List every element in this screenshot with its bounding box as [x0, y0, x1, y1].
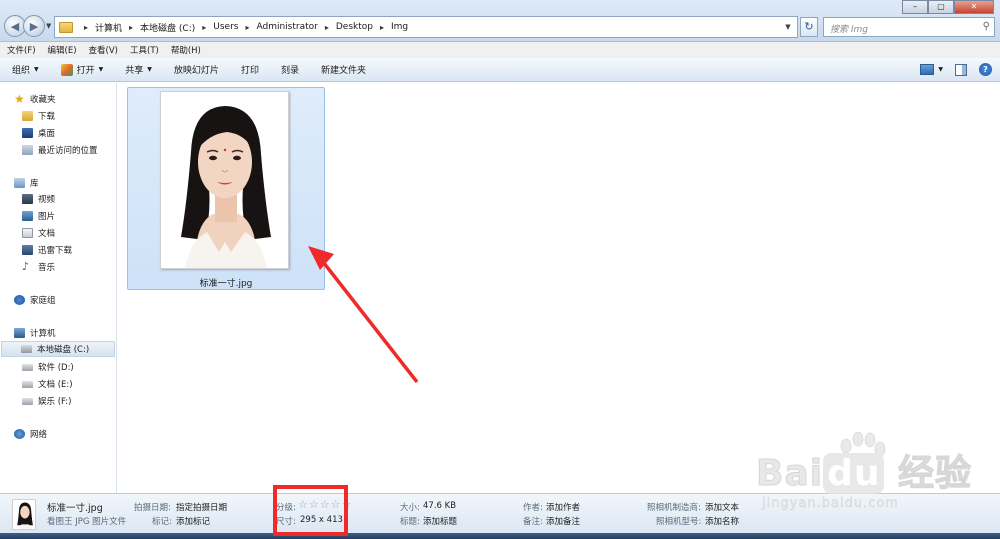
annotation-arrow [308, 246, 419, 384]
minimize-button[interactable]: – [902, 0, 928, 14]
drive-icon [21, 345, 32, 353]
camera-maker-label: 照相机制造商: [647, 503, 701, 513]
preview-pane-icon[interactable] [955, 63, 967, 76]
size-label: 大小: [400, 503, 420, 513]
open-button[interactable]: 打开 ▼ [60, 63, 104, 76]
command-bar: 组织 ▼ 打开 ▼ 共享 ▼ 放映幻灯片 打印 刻录 新建文件夹 ▼ ? [0, 58, 1000, 82]
share-button[interactable]: 共享 ▼ [125, 63, 152, 76]
menu-edit[interactable]: 编辑(E) [48, 44, 77, 56]
search-input[interactable]: 搜索 Img ⚲ [823, 17, 995, 37]
music-icon: ♪ [22, 260, 30, 273]
video-icon [22, 194, 33, 204]
sidebar-item-c-drive[interactable]: 本地磁盘 (C:) [1, 341, 115, 357]
title-value[interactable]: 添加标题 [423, 515, 457, 527]
download-folder-icon [22, 111, 33, 121]
breadcrumb-item-c-drive[interactable]: 本地磁盘 (C:) ▸ [140, 21, 213, 34]
comments-value[interactable]: 添加备注 [546, 515, 580, 527]
recent-places-icon [22, 145, 33, 155]
camera-model-label: 照相机型号: [656, 517, 702, 527]
sidebar-item-homegroup[interactable]: 家庭组 [14, 292, 130, 308]
sidebar-item-computer[interactable]: 计算机 [14, 325, 130, 341]
burn-button[interactable]: 刻录 [281, 63, 299, 76]
menu-help[interactable]: 帮助(H) [171, 44, 201, 56]
navigation-pane: ★ 收藏夹 下载 桌面 最近访问的位置 库 视频 图片 文档 迅雷下载 ♪ 音乐 家… [0, 83, 117, 493]
breadcrumb-item-desktop[interactable]: Desktop ▸ [336, 22, 391, 32]
portrait-image [161, 92, 288, 268]
organize-button[interactable]: 组织 ▼ [12, 63, 39, 76]
print-button[interactable]: 打印 [241, 63, 259, 76]
chevron-down-icon: ▼ [147, 66, 152, 73]
chevron-down-icon: ▼ [34, 66, 39, 73]
app-icon [60, 63, 73, 76]
tags-label: 标记: [152, 517, 172, 527]
details-thumbnail [12, 499, 36, 530]
menu-tools[interactable]: 工具(T) [130, 44, 159, 56]
date-taken-value[interactable]: 指定拍摄日期 [176, 501, 227, 513]
tags-value[interactable]: 添加标记 [176, 515, 210, 527]
breadcrumb-item-users[interactable]: Users ▸ [213, 22, 256, 32]
watermark-logo: Bai du 经验 [755, 453, 973, 495]
forward-button[interactable]: ▶ [23, 15, 45, 37]
photo-thumbnail[interactable] [160, 91, 289, 269]
author-value[interactable]: 添加作者 [546, 501, 580, 513]
menu-view[interactable]: 查看(V) [89, 44, 118, 56]
chevron-down-icon: ▼ [98, 66, 104, 73]
file-name-label[interactable]: 标准一寸.jpg [127, 276, 325, 289]
new-folder-button[interactable]: 新建文件夹 [321, 63, 366, 76]
camera-maker-value[interactable]: 添加文本 [705, 501, 739, 513]
maximize-button[interactable]: ▢ [928, 0, 954, 14]
breadcrumb-item-computer[interactable]: 计算机 ▸ [95, 21, 140, 34]
desktop-icon [22, 128, 33, 138]
baidu-jingyan-watermark: Bai du 经验 jingyan.baidu.com [755, 432, 996, 522]
details-file-type: 看图王 JPG 图片文件 [47, 517, 127, 527]
drive-icon [22, 380, 33, 388]
window-controls: – ▢ ✕ [902, 0, 994, 14]
search-icon: ⚲ [982, 21, 990, 32]
close-button[interactable]: ✕ [954, 0, 994, 14]
view-icon[interactable] [920, 64, 935, 75]
breadcrumb-sep[interactable]: ▸ [77, 23, 95, 32]
sidebar-item-libraries[interactable]: 库 [14, 175, 130, 191]
chevron-down-icon[interactable]: ▼ [938, 66, 943, 73]
documents-icon [22, 228, 33, 238]
date-taken-label: 拍摄日期: [134, 503, 171, 513]
watermark-url: jingyan.baidu.com [762, 496, 899, 511]
address-bar-area: ◀ ▶ ▼ ▸ 计算机 ▸ 本地磁盘 (C:) ▸ Users ▸ Administr… [0, 0, 1000, 42]
details-file-name: 标准一寸.jpg [47, 503, 103, 514]
network-icon [14, 429, 25, 439]
comments-label: 备注: [523, 517, 543, 527]
folder-icon [59, 21, 73, 33]
thunder-icon [22, 245, 33, 255]
breadcrumb-item-administrator[interactable]: Administrator ▸ [256, 22, 335, 32]
taskbar [0, 533, 1000, 539]
breadcrumb[interactable]: ▸ 计算机 ▸ 本地磁盘 (C:) ▸ Users ▸ Administrator ▸ … [54, 16, 798, 38]
pictures-icon [22, 211, 33, 221]
homegroup-icon [14, 295, 25, 305]
highlight-box [273, 485, 348, 536]
chevron-down-icon[interactable]: ▼ [781, 20, 795, 34]
library-icon [14, 178, 25, 188]
drive-icon [22, 397, 33, 405]
menu-file[interactable]: 文件(F) [7, 44, 36, 56]
portrait-image [13, 500, 35, 529]
drive-icon [22, 363, 33, 371]
help-icon[interactable]: ? [979, 63, 992, 76]
slideshow-button[interactable]: 放映幻灯片 [174, 63, 219, 76]
author-label: 作者: [523, 503, 543, 513]
computer-icon [14, 328, 25, 338]
title-label: 标题: [400, 517, 420, 527]
star-icon: ★ [14, 92, 25, 106]
sidebar-item-favorites[interactable]: ★ 收藏夹 [14, 91, 130, 107]
recent-pages-dropdown[interactable]: ▼ [46, 22, 51, 30]
view-controls: ▼ ? [920, 63, 992, 76]
refresh-button[interactable]: ↻ [800, 17, 818, 37]
size-value: 47.6 KB [423, 501, 457, 511]
breadcrumb-item-img[interactable]: Img [391, 22, 408, 32]
menu-bar: 文件(F) 编辑(E) 查看(V) 工具(T) 帮助(H) [0, 42, 1000, 58]
camera-model-value[interactable]: 添加名称 [705, 515, 739, 527]
sidebar-item-network[interactable]: 网络 [14, 426, 130, 442]
